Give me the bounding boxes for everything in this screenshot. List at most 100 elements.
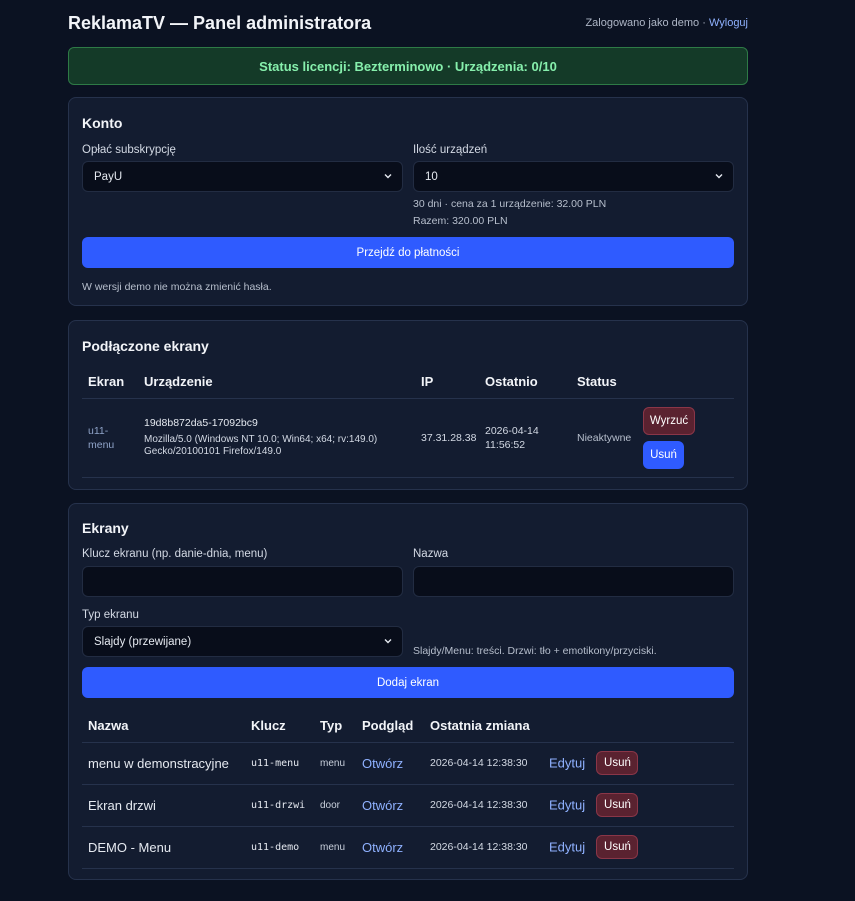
column-header: Status	[577, 373, 617, 389]
subscription-select[interactable]: PayU	[82, 161, 403, 192]
delete-screen-button-label: Usuń	[604, 799, 631, 811]
status-cell: Nieaktywne	[577, 431, 632, 444]
actions-cell: Edytuj Usuń	[543, 784, 734, 826]
column-header: Ostatnia zmiana	[430, 717, 530, 733]
actions-cell: Edytuj Usuń	[543, 826, 734, 868]
table-row: menu w demonstracyjne u11-menu menu Otwó…	[82, 742, 734, 784]
license-status-text: Status licencji: Bezterminowo · Urządzen…	[259, 58, 557, 74]
column-header: IP	[421, 373, 434, 389]
delete-screen-button[interactable]: Usuń	[596, 751, 639, 775]
screens-title: Ekrany	[82, 520, 129, 536]
column-header: Ekran	[88, 373, 125, 389]
column-header: Urządzenie	[144, 373, 213, 389]
chevron-down-icon	[384, 639, 392, 644]
column-header: Nazwa	[88, 717, 129, 733]
screen-type-hint: Slajdy/Menu: treści. Drzwi: tło + emotik…	[413, 645, 657, 657]
table-row: DEMO - Menu u11-demo menu Otwórz 2026-04…	[82, 826, 734, 868]
chevron-down-icon	[715, 174, 723, 179]
account-title: Konto	[82, 115, 123, 131]
subscription-label: Opłać subskrypcję	[82, 144, 176, 156]
screen-name-input[interactable]	[413, 566, 734, 597]
preview-cell: Otwórz	[356, 742, 424, 784]
last-changed-cell: 2026-04-14 12:38:30	[430, 841, 528, 853]
add-screen-button-label: Dodaj ekran	[376, 676, 439, 689]
logged-in-text: Zalogowano jako demo ·	[585, 17, 706, 29]
connected-screens-table: Ekran Urządzenie IP Ostatnio Status u11-…	[82, 365, 734, 478]
table-row: Ekran drzwi u11-drzwi door Otwórz 2026-0…	[82, 784, 734, 826]
screen-key-label: Klucz ekranu (np. danie-dnia, menu)	[82, 548, 268, 560]
last-seen-cell: 2026-04-14 11:56:52	[479, 398, 571, 477]
demo-password-note: W wersji demo nie można zmienić hasła.	[82, 281, 272, 293]
user-agent: Mozilla/5.0 (Windows NT 10.0; Win64; x64…	[144, 434, 415, 458]
delete-screen-button[interactable]: Usuń	[596, 835, 639, 859]
column-header: Klucz	[251, 717, 286, 733]
open-preview-link[interactable]: Otwórz	[362, 756, 403, 771]
delete-device-button-label: Usuń	[650, 448, 677, 461]
column-header: Ostatnio	[485, 373, 538, 389]
login-status: Zalogowano jako demo · Wyloguj	[585, 17, 748, 29]
devices-select[interactable]: 10	[413, 161, 734, 192]
screen-type-select[interactable]: Slajdy (przewijane)	[82, 626, 403, 657]
screen-key-cell: u11-menu	[251, 757, 300, 769]
chevron-down-icon	[384, 174, 392, 179]
screen-type-cell: door	[320, 799, 341, 811]
connected-screens-title: Podłączone ekrany	[82, 338, 209, 354]
devices-label: Ilość urządzeń	[413, 144, 488, 156]
screen-type-label: Typ ekranu	[82, 609, 139, 621]
ip-cell: 37.31.28.38	[421, 431, 477, 444]
screen-name-label: Nazwa	[413, 548, 449, 560]
screen-type-select-value: Slajdy (przewijane)	[94, 635, 192, 648]
price-per-device: 30 dni · cena za 1 urządzenie: 32.00 PLN	[413, 198, 607, 210]
open-preview-link[interactable]: Otwórz	[362, 798, 403, 813]
screen-key-part: u11-	[88, 424, 109, 437]
screens-card: Ekrany Klucz ekranu (np. danie-dnia, men…	[68, 503, 748, 880]
page-header: ReklamaTV — Panel administratora Zalogow…	[68, 0, 748, 47]
screen-cell: u11- menu	[82, 398, 138, 477]
screen-key-cell: u11-drzwi	[251, 799, 306, 811]
table-header-row: Ekran Urządzenie IP Ostatnio Status	[82, 365, 734, 398]
actions-cell: Wyrzuć Usuń	[638, 398, 734, 477]
preview-cell: Otwórz	[356, 826, 424, 868]
screen-name-cell: menu w demonstracyjne	[88, 755, 229, 771]
admin-panel: ReklamaTV — Panel administratora Zalogow…	[68, 0, 748, 880]
screen-key-cell: u11-demo	[251, 841, 300, 853]
device-cell: 19d8b872da5-17092bc9 Mozilla/5.0 (Window…	[138, 398, 415, 477]
delete-device-button[interactable]: Usuń	[643, 440, 684, 469]
pay-button-label: Przejdź do płatności	[356, 246, 460, 259]
table-header-row: Nazwa Klucz Typ Podgląd Ostatnia zmiana	[82, 709, 734, 742]
table-row: u11- menu 19d8b872da5-17092bc9 Mozilla/5…	[82, 398, 734, 477]
last-seen-time: 11:56:52	[485, 438, 526, 451]
screen-key-input[interactable]	[82, 566, 403, 597]
screen-key-part: menu	[88, 438, 115, 451]
page-title: ReklamaTV — Panel administratora	[68, 13, 372, 33]
license-status-banner: Status licencji: Bezterminowo · Urządzen…	[68, 47, 748, 85]
kick-button-label: Wyrzuć	[649, 414, 689, 427]
last-changed-cell: 2026-04-14 12:38:30	[430, 757, 528, 769]
edit-link[interactable]: Edytuj	[549, 756, 585, 771]
logout-link[interactable]: Wyloguj	[709, 17, 748, 29]
last-changed-cell: 2026-04-14 12:38:30	[430, 799, 528, 811]
screens-table: Nazwa Klucz Typ Podgląd Ostatnia zmiana …	[82, 709, 734, 869]
edit-link[interactable]: Edytuj	[549, 840, 585, 855]
delete-screen-button-label: Usuń	[604, 757, 631, 769]
delete-screen-button-label: Usuń	[604, 841, 631, 853]
add-screen-button[interactable]: Dodaj ekran	[82, 667, 734, 698]
actions-cell: Edytuj Usuń	[543, 742, 734, 784]
last-seen-date: 2026-04-14	[485, 424, 539, 437]
price-total: Razem: 320.00 PLN	[413, 215, 508, 227]
screen-type-cell: menu	[320, 757, 346, 769]
devices-select-value: 10	[425, 170, 438, 183]
kick-button[interactable]: Wyrzuć	[643, 406, 695, 435]
device-id: 19d8b872da5-17092bc9	[144, 417, 258, 429]
edit-link[interactable]: Edytuj	[549, 798, 585, 813]
screen-type-cell: menu	[320, 841, 346, 853]
user-agent-line: Gecko/20100101 Firefox/149.0	[144, 446, 282, 457]
column-header: Typ	[320, 717, 343, 733]
user-agent-line: Mozilla/5.0 (Windows NT 10.0; Win64; x64…	[144, 434, 378, 445]
delete-screen-button[interactable]: Usuń	[596, 793, 639, 817]
account-card: Konto Opłać subskrypcję PayU Ilość urząd…	[68, 97, 748, 306]
screen-name-cell: Ekran drzwi	[88, 797, 156, 813]
pay-button[interactable]: Przejdź do płatności	[82, 237, 734, 268]
preview-cell: Otwórz	[356, 784, 424, 826]
open-preview-link[interactable]: Otwórz	[362, 840, 403, 855]
